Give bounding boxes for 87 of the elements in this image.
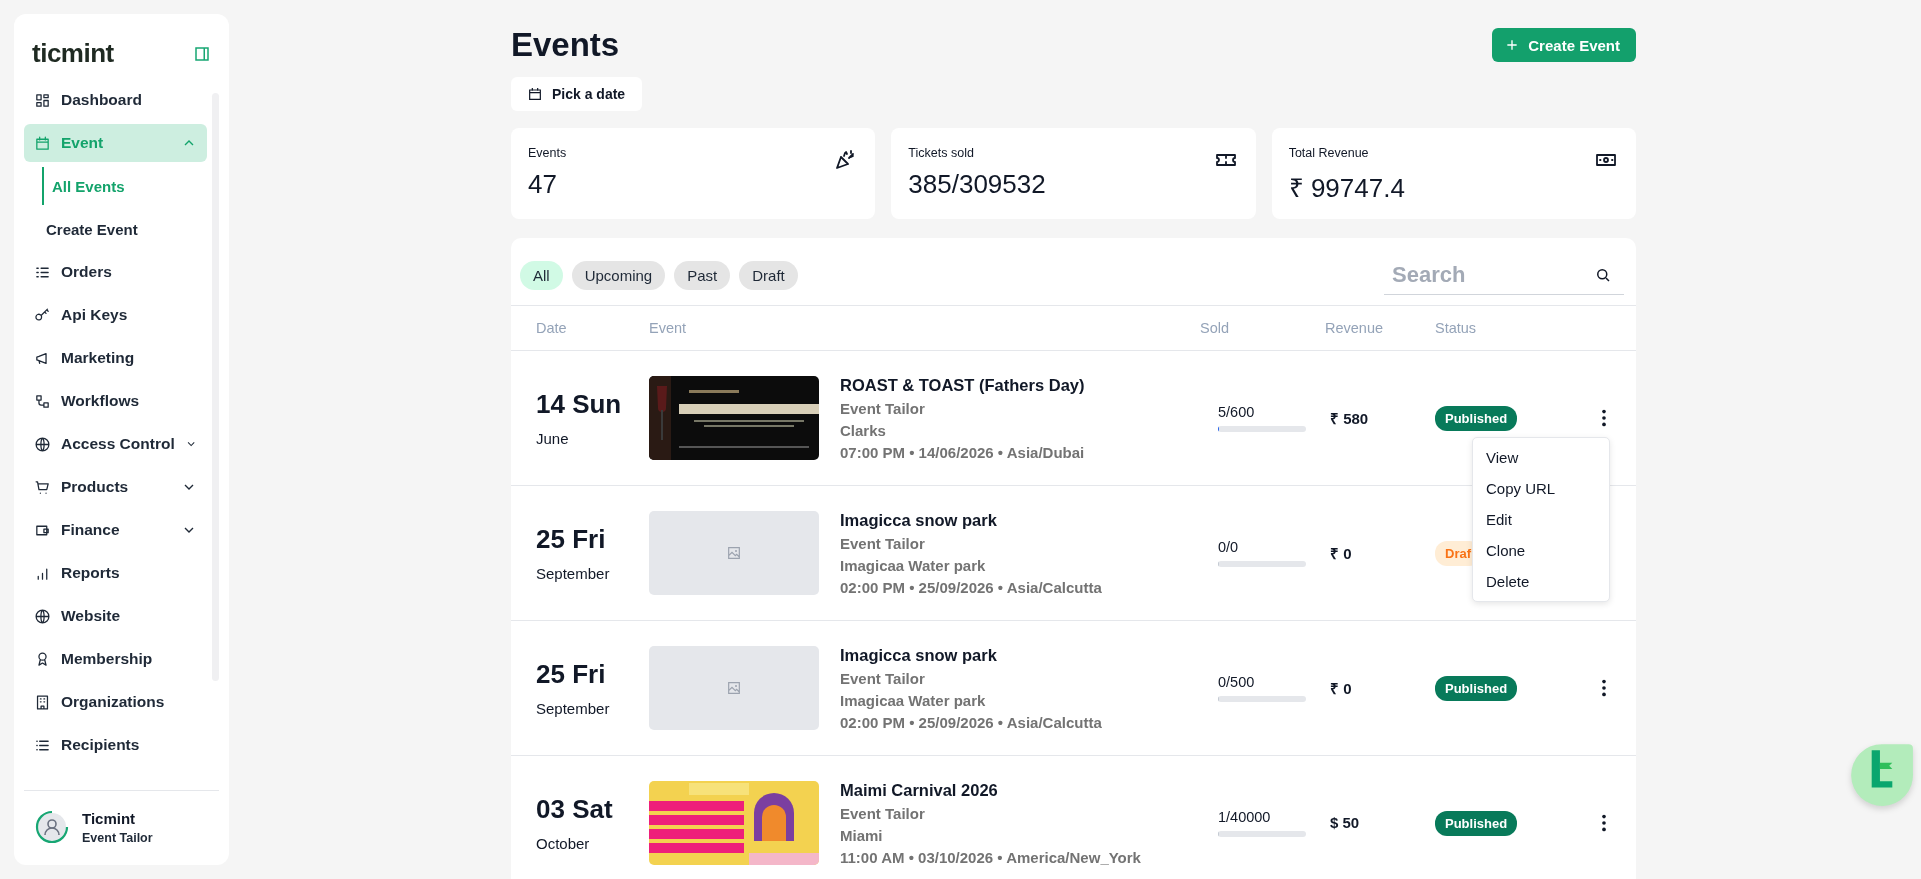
stat-label: Tickets sold: [908, 146, 975, 160]
event-day: 25 Fri: [536, 659, 649, 690]
nav-item[interactable]: Membership: [24, 640, 207, 678]
brand-logo: ticmint: [32, 38, 114, 69]
event-schedule: 07:00 PM • 14/06/2026 • Asia/Dubai: [840, 443, 1086, 461]
event-venue: Imagicaa Water park: [840, 556, 987, 574]
event-schedule: 02:00 PM • 25/09/2026 • Asia/Calcutta: [840, 578, 1103, 596]
globe-icon: [34, 607, 51, 625]
nav-item[interactable]: Dashboard: [24, 81, 207, 119]
event-venue: Clarks: [840, 421, 887, 439]
calendar-icon: [527, 86, 543, 102]
column-header: Sold: [1200, 320, 1231, 336]
sold-count: 0/0: [1218, 539, 1240, 555]
workflow-icon: [34, 392, 51, 410]
sidebar-toggle-icon[interactable]: [193, 44, 211, 63]
event-day: 14 Sun: [536, 389, 649, 420]
event-venue: Imagicaa Water park: [840, 691, 987, 709]
globe-icon: [34, 435, 51, 453]
nav-item[interactable]: Marketing: [24, 339, 207, 377]
date-picker-button[interactable]: Pick a date: [511, 77, 643, 111]
search-icon: [1594, 266, 1612, 284]
revenue-amount: ₹ 0: [1330, 680, 1352, 697]
filter-tab[interactable]: Upcoming: [571, 261, 666, 290]
column-header: Event: [649, 320, 688, 336]
user-name: Ticmint: [82, 809, 137, 827]
menu-item[interactable]: Copy URL: [1473, 473, 1609, 504]
event-organizer: Event Tailor: [840, 804, 926, 822]
filter-tab[interactable]: All: [520, 261, 563, 290]
event-month: September: [536, 565, 611, 582]
nav-item[interactable]: Workflows: [24, 382, 207, 420]
nav-item[interactable]: Products: [24, 468, 207, 506]
nav-item[interactable]: Recipients: [24, 726, 207, 764]
user-role: Event Tailor: [82, 830, 153, 845]
cart-icon: [34, 478, 51, 496]
event-schedule: 02:00 PM • 25/09/2026 • Asia/Calcutta: [840, 713, 1103, 731]
event-title[interactable]: Imagicca snow park: [840, 510, 1218, 530]
event-month: October: [536, 835, 591, 852]
event-organizer: Event Tailor: [840, 534, 926, 552]
event-title[interactable]: Imagicca snow park: [840, 645, 1218, 665]
event-month: June: [536, 430, 570, 447]
event-title[interactable]: Maimi Carnival 2026: [840, 780, 1218, 800]
calendar-icon: [34, 134, 51, 152]
revenue-amount: ₹ 0: [1330, 545, 1352, 562]
nav-subitem[interactable]: Create Event: [24, 210, 207, 248]
event-day: 25 Fri: [536, 524, 649, 555]
page-title: Events: [511, 26, 620, 64]
menu-item[interactable]: View: [1473, 442, 1609, 473]
nav-item[interactable]: Organizations: [24, 683, 207, 721]
building-icon: [34, 693, 51, 711]
event-day: 03 Sat: [536, 794, 649, 825]
event-title[interactable]: ROAST & TOAST (Fathers Day): [840, 375, 1218, 395]
menu-item[interactable]: Delete: [1473, 566, 1609, 597]
status-badge: Published: [1435, 810, 1518, 836]
image-icon: [726, 545, 742, 561]
filter-tab[interactable]: Past: [674, 261, 731, 290]
dashboard-icon: [34, 91, 51, 109]
stat-value: 47: [528, 169, 558, 200]
status-badge: Published: [1435, 405, 1518, 431]
nav-item[interactable]: Access Control: [24, 425, 207, 463]
revenue-amount: ₹ 580: [1330, 410, 1369, 427]
search-field[interactable]: Search: [1384, 262, 1594, 288]
filter-tab[interactable]: Draft: [739, 261, 798, 290]
event-organizer: Event Tailor: [840, 399, 926, 417]
sold-count: 5/600: [1218, 404, 1256, 420]
event-venue: Miami: [840, 826, 884, 844]
status-badge: Published: [1435, 675, 1518, 701]
nav-item[interactable]: Finance: [24, 511, 207, 549]
stat-value: 385/309532: [908, 169, 1046, 200]
stat-label: Total Revenue: [1288, 146, 1370, 160]
stat-value: ₹ 99747.4: [1288, 172, 1405, 205]
image-icon: [726, 680, 742, 696]
event-month: September: [536, 700, 611, 717]
nav-item[interactable]: Website: [24, 597, 207, 635]
nav-item[interactable]: Api Keys: [24, 296, 207, 334]
nav-item[interactable]: Reports: [24, 554, 207, 592]
sold-count: 1/40000: [1218, 809, 1272, 825]
event-organizer: Event Tailor: [840, 669, 926, 687]
column-header: Status: [1435, 320, 1478, 336]
sold-count: 0/500: [1218, 674, 1256, 690]
column-header: Date: [535, 320, 568, 336]
stat-label: Events: [528, 146, 567, 160]
revenue-amount: $ 50: [1330, 814, 1360, 831]
event-schedule: 11:00 AM • 03/10/2026 • America/New_York: [840, 848, 1142, 866]
nav-item[interactable]: Orders: [24, 253, 207, 291]
key-icon: [34, 306, 51, 324]
menu-item[interactable]: Edit: [1473, 504, 1609, 535]
column-header: Revenue: [1325, 320, 1385, 336]
